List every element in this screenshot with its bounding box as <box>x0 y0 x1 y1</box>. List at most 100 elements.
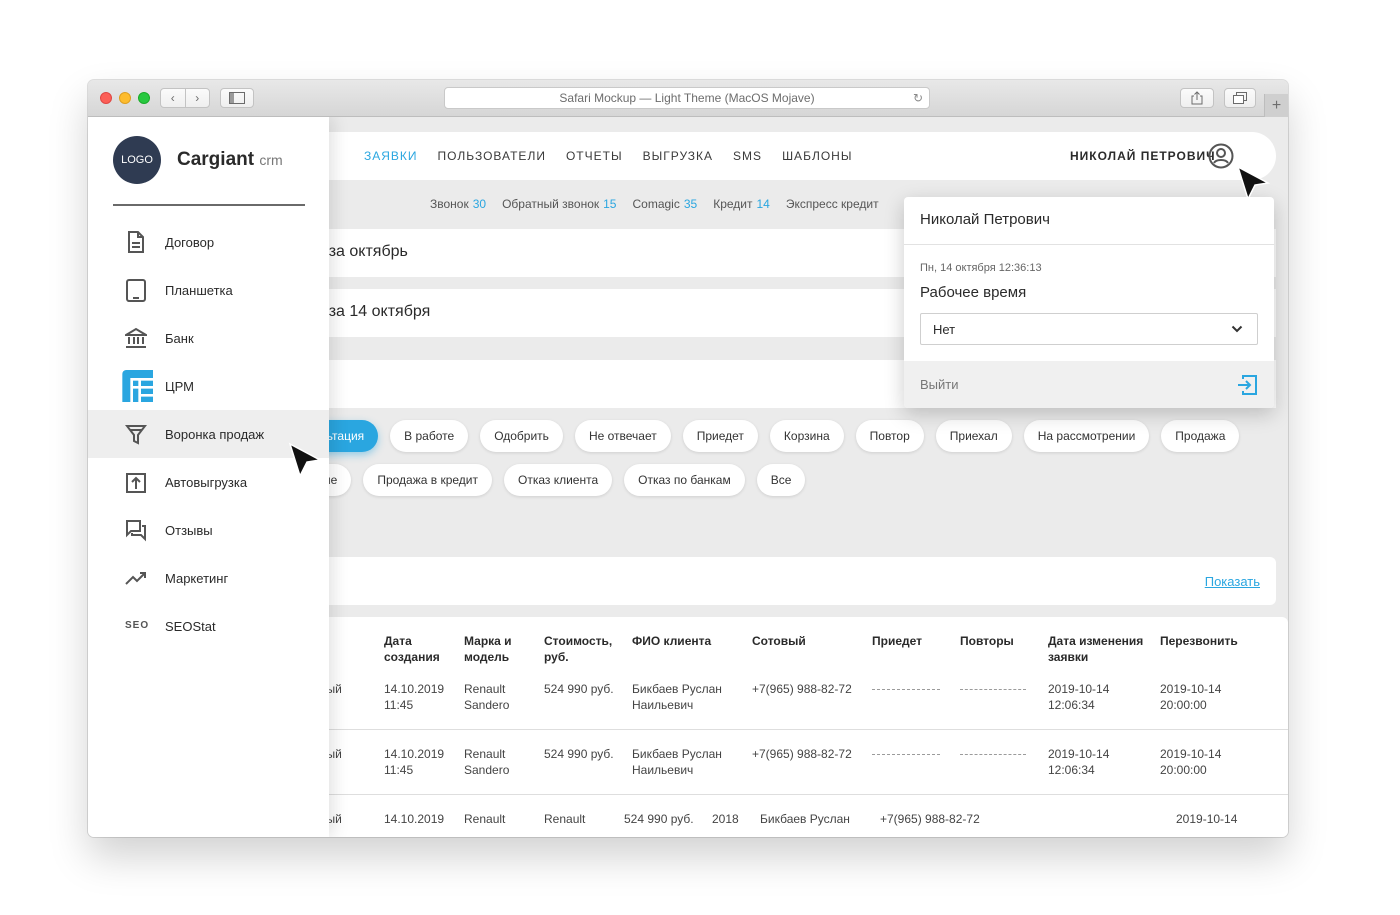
row-divider <box>308 794 1288 795</box>
sidebar-item-crm[interactable]: ЦРМ <box>88 362 329 410</box>
sidebar-item-seostat[interactable]: SEO SEOStat <box>88 602 329 650</box>
filter-chip[interactable]: Все <box>756 464 806 496</box>
filter-chip[interactable]: Продажа в кредит <box>363 464 492 496</box>
cell-repeats-empty <box>960 689 1026 690</box>
sidebar-item-label: ЦРМ <box>165 379 194 394</box>
filter-chip[interactable]: Не отвечает <box>574 420 671 452</box>
stat-callback[interactable]: Обратный звонок 15 <box>502 197 616 211</box>
status-filters-row-2: ые Продажа в кредит Отказ клиента Отказ … <box>308 464 806 496</box>
logo[interactable]: LOGO <box>113 136 161 184</box>
stat-credit[interactable]: Кредит 14 <box>713 197 770 211</box>
status-filters-row-1: ультация В работе Одобрить Не отвечает П… <box>300 420 1240 452</box>
stat-comagic[interactable]: Comagic 35 <box>632 197 697 211</box>
reload-icon[interactable]: ↻ <box>913 91 923 105</box>
logout-icon[interactable] <box>1236 374 1258 396</box>
work-time-value: Нет <box>933 322 956 337</box>
filter-chip[interactable]: Повтор <box>855 420 924 452</box>
document-icon <box>128 231 144 253</box>
user-account-icon[interactable] <box>1208 143 1234 169</box>
column-header-model[interactable]: Марка и модель <box>464 633 512 665</box>
request-stats: Звонок 30 Обратный звонок 15 Comagic 35 Кре… <box>430 197 879 211</box>
menu-item-requests[interactable]: ЗАЯВКИ <box>364 149 418 163</box>
share-icon <box>1191 91 1203 105</box>
cell-price: 524 990 руб. <box>544 747 614 761</box>
cell-created: 14.10.2019 11:45 <box>384 747 445 777</box>
chevron-down-icon <box>1231 325 1243 333</box>
filter-chip[interactable]: Продажа <box>1161 420 1240 452</box>
cell-client: Бикбаев Руслан Наильевич <box>632 747 722 777</box>
filter-chip[interactable]: На рассмотрении <box>1023 420 1150 452</box>
menu-item-users[interactable]: ПОЛЬЗОВАТЕЛИ <box>438 149 546 163</box>
cell-price: 524 990 руб. <box>544 682 614 696</box>
cell-changed: 2019-10-14 12:06:34 <box>1048 682 1110 712</box>
current-datetime: Пн, 14 октября 12:36:13 <box>920 262 1042 274</box>
brand-name: Cargiant crm <box>177 149 283 170</box>
menu-item-export[interactable]: ВЫГРУЗКА <box>643 149 713 163</box>
maximize-window-button[interactable] <box>138 92 150 104</box>
user-menu-name: Николай Петрович <box>920 211 1050 228</box>
filter-chip[interactable]: Одобрить <box>480 420 563 452</box>
column-header-changed[interactable]: Дата изменения заявки <box>1048 633 1143 665</box>
logout-row[interactable]: Выйти <box>904 361 1274 408</box>
show-filter-card: Показать <box>308 557 1276 605</box>
cell-callback: 2019-10-14 20:00:00 <box>1160 682 1222 712</box>
cell-partial: Renault <box>464 812 506 826</box>
back-button[interactable]: ‹ <box>161 91 185 105</box>
sidebar-item-bank[interactable]: Банк <box>88 314 329 362</box>
close-window-button[interactable] <box>100 92 112 104</box>
seo-icon: SEO <box>125 620 150 631</box>
user-menu-divider <box>904 244 1274 245</box>
filter-chip[interactable]: В работе <box>390 420 469 452</box>
sidebar-toggle-button[interactable] <box>220 88 254 108</box>
tabs-overview-button[interactable] <box>1224 88 1256 108</box>
dashboard-icon <box>122 370 153 402</box>
column-header-price[interactable]: Стоимость, руб. <box>544 633 612 665</box>
cell-client: Бикбаев Руслан Наильевич <box>632 682 722 712</box>
sidebar-item-tablet[interactable]: Планшетка <box>88 266 329 314</box>
column-header-arrives[interactable]: Приедет <box>872 633 922 649</box>
sidebar-item-marketing[interactable]: Маркетинг <box>88 554 329 602</box>
column-header-client[interactable]: ФИО клиента <box>632 633 711 649</box>
show-link[interactable]: Показать <box>1205 574 1260 589</box>
minimize-window-button[interactable] <box>119 92 131 104</box>
column-header-phone[interactable]: Сотовый <box>752 633 806 649</box>
filter-chip[interactable]: Корзина <box>769 420 844 452</box>
cell-phone: +7(965) 988-82-72 <box>752 747 852 761</box>
new-tab-button[interactable]: + <box>1264 94 1288 117</box>
cell-callback: 2019-10-14 20:00:00 <box>1160 747 1222 777</box>
column-header-created[interactable]: Дата создания <box>384 633 440 665</box>
filter-chip[interactable]: Отказ клиента <box>503 464 613 496</box>
sidebar-item-contract[interactable]: Договор <box>88 218 329 266</box>
menu-item-reports[interactable]: ОТЧЕТЫ <box>566 149 623 163</box>
sidebar-divider <box>113 204 305 206</box>
current-user-name[interactable]: НИКОЛАЙ ПЕТРОВИЧ <box>1070 149 1216 163</box>
top-navigation: ЗАЯВКИ ПОЛЬЗОВАТЕЛИ ОТЧЕТЫ ВЫГРУЗКА SMS … <box>308 132 1276 180</box>
menu-item-templates[interactable]: ШАБЛОНЫ <box>782 149 852 163</box>
sidebar-item-label: SEOStat <box>165 619 216 634</box>
column-header-repeats[interactable]: Повторы <box>960 633 1014 649</box>
filter-chip[interactable]: Приедет <box>682 420 758 452</box>
trending-up-icon <box>125 572 146 585</box>
menu-item-sms[interactable]: SMS <box>733 149 762 163</box>
row-divider <box>308 729 1288 730</box>
share-button[interactable] <box>1180 88 1214 108</box>
forward-button[interactable]: › <box>186 91 210 105</box>
filter-chip[interactable]: Приехал <box>935 420 1012 452</box>
tablet-icon <box>126 279 146 302</box>
column-header-callback[interactable]: Перезвонить <box>1160 633 1238 649</box>
sidebar-icon <box>229 92 245 104</box>
sidebar-item-label: Договор <box>165 235 215 250</box>
stat-express-credit[interactable]: Экспресс кредит <box>786 197 879 211</box>
sidebar-item-label: Планшетка <box>165 283 233 298</box>
bank-icon <box>125 327 147 348</box>
cell-phone: +7(965) 988-82-72 <box>752 682 852 696</box>
logout-label: Выйти <box>920 377 959 392</box>
address-bar[interactable]: Safari Mockup — Light Theme (MacOS Mojav… <box>444 87 930 109</box>
work-time-select[interactable]: Нет <box>920 313 1258 345</box>
filter-chip[interactable]: Отказ по банкам <box>624 464 745 496</box>
stat-call[interactable]: Звонок 30 <box>430 197 486 211</box>
sidebar-item-reviews[interactable]: Отзывы <box>88 506 329 554</box>
cell-partial: 2018 <box>712 812 739 826</box>
cell-partial: +7(965) 988-82-72 <box>880 812 980 826</box>
history-nav: ‹ › <box>160 88 210 108</box>
